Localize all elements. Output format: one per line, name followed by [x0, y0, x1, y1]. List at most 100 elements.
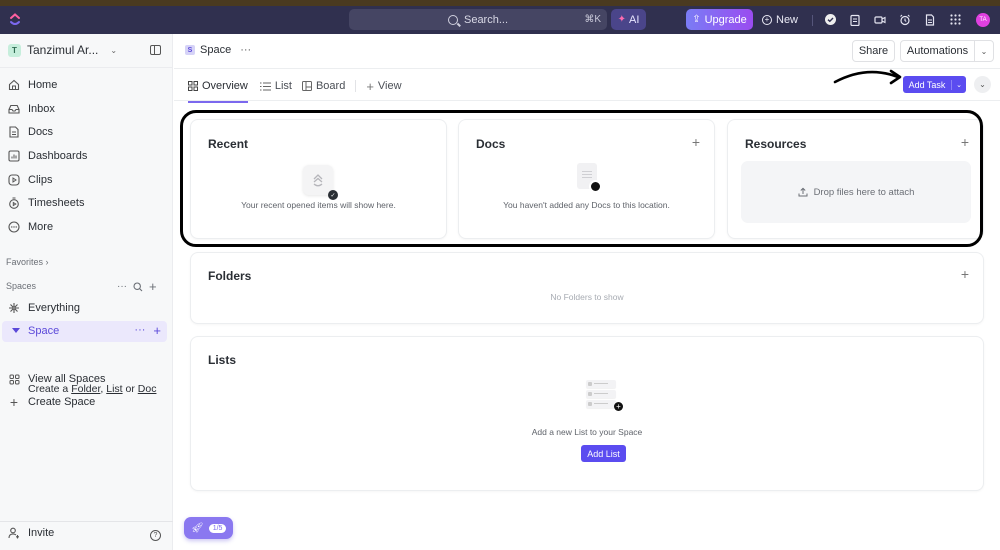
chevron-down-icon[interactable]: ⌄ — [975, 47, 993, 56]
add-view-button[interactable]: + View — [366, 77, 401, 95]
search-bar[interactable]: Search... ⌘K — [349, 9, 607, 30]
annotation-highlight-box — [180, 110, 983, 247]
workspace-badge: T — [8, 43, 21, 57]
plus-icon[interactable]: + — [149, 279, 157, 294]
divider — [0, 521, 173, 522]
chevron-down-icon: ⌄ — [110, 45, 118, 55]
timesheet-icon — [8, 197, 20, 209]
tab-board[interactable]: Board — [301, 77, 346, 95]
workspace-switcher[interactable]: T Tanzimul Ar... ⌄ — [8, 43, 117, 57]
folders-card: Folders + No Folders to show — [190, 252, 984, 324]
tab-list[interactable]: List — [259, 77, 292, 95]
automations-button[interactable]: Automations ⌄ — [900, 40, 994, 62]
list-illustration-icon: + — [586, 380, 623, 412]
plus-circle-icon: + — [762, 14, 772, 25]
sidebar-item-home[interactable]: Home — [8, 75, 168, 95]
search-icon[interactable] — [133, 281, 143, 292]
sidebar-item-dashboards[interactable]: Dashboards — [8, 146, 168, 166]
more-options-icon[interactable]: ··· — [117, 281, 127, 292]
sidebar-item-label: View all Spaces — [28, 373, 106, 385]
tab-label: Board — [315, 80, 346, 92]
upgrade-button[interactable]: ⇪ Upgrade — [686, 9, 753, 30]
sidebar-item-docs[interactable]: Docs — [8, 122, 168, 142]
grid-icon — [8, 373, 20, 385]
invite-label: Invite — [28, 527, 55, 539]
clickup-logo-icon[interactable] — [9, 12, 21, 28]
sidebar-item-view-all-spaces[interactable]: View all Spaces — [8, 369, 168, 389]
favorites-section[interactable]: Favorites › — [6, 257, 49, 267]
plus-icon: + — [366, 78, 374, 94]
sidebar-item-inbox[interactable]: Inbox — [8, 99, 168, 119]
check-circle-icon[interactable] — [824, 13, 836, 26]
add-folder-icon[interactable]: + — [961, 266, 969, 282]
sidebar-item-timesheets[interactable]: Timesheets — [8, 193, 168, 213]
breadcrumb: S Space ··· — [185, 44, 251, 56]
notepad-icon[interactable] — [849, 13, 861, 26]
sidebar-item-label: Create Space — [28, 396, 96, 408]
empty-state-text: Add a new List to your Space — [531, 427, 643, 437]
divider — [0, 67, 173, 68]
upgrade-label: Upgrade — [704, 13, 747, 26]
document-icon[interactable] — [924, 13, 936, 26]
ai-label: AI — [628, 13, 640, 26]
sidebar-item-more[interactable]: More — [8, 217, 168, 237]
collapse-sidebar-icon[interactable] — [150, 45, 161, 55]
plus-icon[interactable]: + — [153, 324, 161, 337]
sidebar-item-label: More — [28, 221, 54, 233]
sidebar-item-label: Dashboards — [28, 150, 88, 162]
divider — [355, 80, 357, 92]
more-options-icon[interactable]: ··· — [240, 44, 251, 56]
user-avatar[interactable]: TA — [976, 13, 990, 27]
sidebar: T Tanzimul Ar... ⌄ Home Inbox Docs Dashb… — [0, 34, 173, 550]
more-icon — [8, 221, 20, 233]
new-button[interactable]: + New — [762, 9, 804, 30]
video-icon[interactable] — [874, 13, 886, 26]
onboarding-progress: 1/5 — [208, 523, 227, 533]
apps-grid-icon[interactable] — [949, 13, 961, 26]
space-badge: S — [185, 45, 195, 55]
list-icon — [259, 82, 271, 90]
sidebar-item-clips[interactable]: Clips — [8, 170, 168, 190]
workspace-name: Tanzimul Ar... — [27, 43, 99, 57]
home-icon — [8, 79, 20, 91]
share-button[interactable]: Share — [852, 40, 895, 62]
sidebar-item-label: Home — [28, 79, 58, 91]
lists-card: Lists + Add a new List to your Space Add… — [190, 336, 984, 491]
spaces-label: Spaces — [6, 281, 37, 291]
sidebar-item-space[interactable]: Space ··· + — [2, 321, 167, 342]
new-label: New — [776, 13, 799, 26]
invite-button[interactable]: Invite — [8, 527, 54, 539]
collapse-header-button[interactable]: ⌄ — [974, 76, 991, 93]
caret-down-icon[interactable] — [12, 328, 20, 333]
top-bar: Search... ⌘K ✦ AI ⇪ Upgrade + New TA — [0, 6, 1000, 34]
sidebar-item-label: Clips — [28, 174, 53, 186]
board-icon — [301, 81, 312, 91]
add-task-label: Add Task — [903, 79, 952, 90]
upgrade-icon: ⇪ — [692, 14, 701, 25]
chevron-down-icon[interactable]: ⌄ — [952, 81, 966, 89]
search-shortcut: ⌘K — [584, 14, 601, 25]
invite-user-icon — [8, 527, 19, 539]
sparkle-icon: ✦ — [617, 14, 626, 25]
more-options-icon[interactable]: ··· — [134, 324, 145, 337]
sidebar-item-everything[interactable]: Everything — [8, 298, 168, 318]
sidebar-item-label: Everything — [28, 302, 80, 314]
plus-icon: + — [614, 402, 623, 411]
sidebar-item-create-space[interactable]: + Create Space — [8, 392, 168, 412]
onboarding-progress-button[interactable]: 🚀︎ 1/5 — [184, 517, 233, 539]
help-icon[interactable]: ? — [150, 530, 161, 541]
ai-button[interactable]: ✦ AI — [611, 9, 646, 30]
space-title[interactable]: Space — [200, 44, 231, 56]
tab-overview[interactable]: Overview — [188, 77, 248, 103]
card-title: Lists — [208, 353, 237, 367]
overview-icon — [188, 81, 198, 91]
card-title: Folders — [208, 269, 252, 283]
add-task-button[interactable]: Add Task ⌄ — [903, 76, 966, 93]
sidebar-item-label: Inbox — [28, 103, 55, 115]
tab-label: List — [274, 80, 292, 92]
alarm-icon[interactable] — [899, 13, 911, 26]
favorites-label: Favorites — [6, 257, 44, 267]
add-list-button[interactable]: Add List — [581, 445, 626, 462]
space-label: Space — [28, 325, 60, 337]
clips-icon — [8, 174, 20, 186]
